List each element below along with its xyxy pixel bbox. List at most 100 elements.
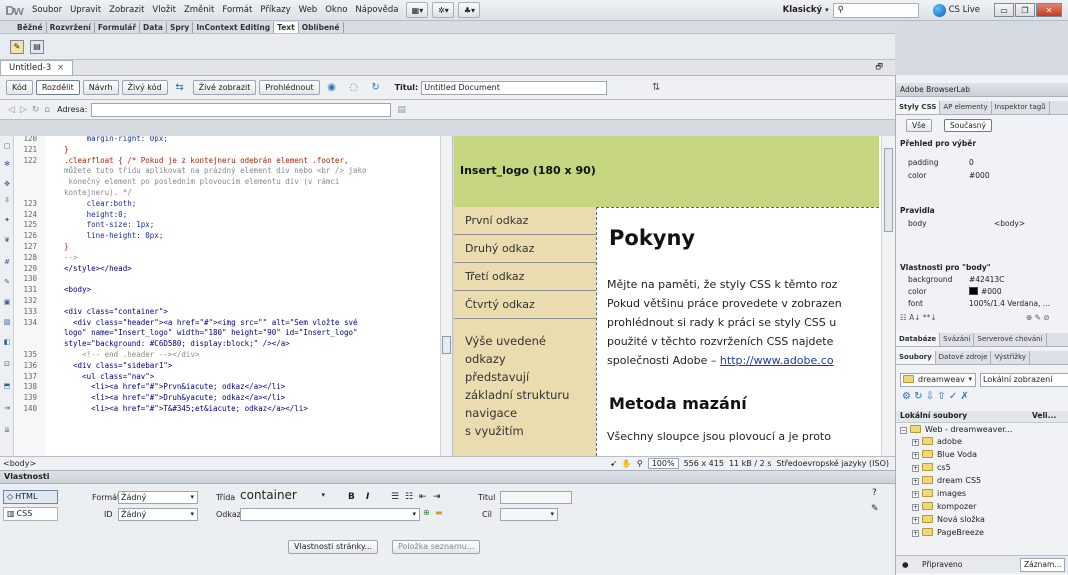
code-line[interactable]: style="background: #C6D580; display:bloc… — [64, 339, 442, 349]
extend-icon[interactable]: ✲▾ — [432, 2, 455, 18]
code-line[interactable]: <div class="header"><a href="#"><img src… — [64, 318, 442, 328]
tree-folder[interactable]: + Blue Voda — [896, 449, 1068, 461]
insert-tab-formular[interactable]: Formulář — [95, 21, 141, 33]
code-line[interactable]: </style></head> — [64, 264, 442, 274]
tab-css-styles[interactable]: Styly CSS — [896, 101, 941, 114]
open-documents-icon[interactable]: ▢ — [2, 142, 12, 151]
tab-tag-inspector[interactable]: Inspektor tagů — [992, 101, 1050, 114]
layout-icon[interactable]: ▦▾ — [406, 2, 429, 18]
title-field[interactable] — [500, 491, 572, 504]
view-options-icon[interactable]: ▤ — [397, 105, 406, 115]
menu-vlozit[interactable]: Vložit — [148, 5, 180, 15]
code-line[interactable]: kontejneru). */ — [64, 188, 442, 198]
close-button[interactable]: ✕ — [1036, 3, 1062, 17]
menu-soubor[interactable]: Soubor — [28, 5, 66, 15]
chevron-down-icon[interactable]: ▾ — [825, 6, 829, 14]
browse-folder-icon[interactable]: ▬ — [435, 508, 443, 517]
apply-comment-icon[interactable]: ▣ — [2, 298, 12, 307]
code-line[interactable]: <li><a href="#">Prvn&iacute; odkaz</a></… — [64, 382, 442, 392]
adobe-link[interactable]: http://www.adobe.co — [720, 354, 834, 367]
title-input[interactable]: Untitled Document — [421, 80, 608, 95]
connect-icon[interactable]: ⚙ ↻ ⇩ ⇧ ✓ ✗ — [902, 391, 969, 402]
bold-button[interactable]: B — [348, 492, 355, 502]
forward-icon[interactable]: ▷ — [20, 105, 27, 115]
insert-tab-incontext[interactable]: InContext Editing — [193, 21, 275, 33]
point-to-file-icon[interactable]: ⊕ — [423, 508, 430, 517]
zoom-select[interactable]: 100% — [647, 458, 679, 469]
expand-icon[interactable]: + — [912, 478, 919, 485]
code-line[interactable]: <ul class="nav"> — [64, 372, 442, 382]
insert-tab-bezne[interactable]: Běžné — [14, 21, 47, 33]
maximize-button[interactable]: ❐ — [1015, 3, 1035, 17]
insert-tab-text[interactable]: Text — [274, 21, 299, 33]
list-item-button[interactable]: Položka seznamu... — [392, 540, 481, 554]
tree-folder[interactable]: + dream CS5 — [896, 475, 1068, 487]
properties-header[interactable]: Vlastnosti — [0, 470, 895, 484]
back-icon[interactable]: ◁ — [8, 105, 15, 115]
browserlab-header[interactable]: Adobe BrowserLab — [896, 83, 1068, 97]
live-view-button[interactable]: Živé zobrazit — [192, 80, 257, 95]
css-mode-button[interactable]: ▥ CSS — [3, 507, 58, 521]
wrap-tag-icon[interactable]: ◧ — [2, 338, 12, 347]
html-mode-button[interactable]: ◇ HTML — [3, 490, 58, 504]
expand-icon[interactable]: + — [912, 439, 919, 446]
unordered-list-icon[interactable]: ☰ — [391, 492, 399, 502]
code-line[interactable]: clear:both; — [64, 199, 442, 209]
window-size[interactable]: 556 x 415 — [684, 459, 724, 468]
menu-zmenit[interactable]: Změnit — [180, 5, 218, 15]
target-select[interactable]: ▾ — [500, 508, 558, 521]
link-input[interactable]: ▾ — [240, 508, 420, 521]
expand-icon[interactable]: + — [912, 465, 919, 472]
tree-root[interactable]: − Web - dreamweaver... — [896, 424, 1068, 436]
code-view-button[interactable]: Kód — [6, 80, 33, 95]
insert-tab-rozvrzeni[interactable]: Rozvržení — [47, 21, 95, 33]
live-code-button[interactable]: Živý kód — [121, 80, 168, 95]
code-line[interactable]: <div class="container"> — [64, 307, 442, 317]
insert-tab-spry[interactable]: Spry — [167, 21, 194, 33]
code-line[interactable]: line-height: 0px; — [64, 231, 442, 241]
design-scrollbar[interactable] — [881, 136, 895, 456]
design-view-button[interactable]: Návrh — [82, 80, 119, 95]
search-input[interactable]: ⚲ — [832, 2, 919, 18]
tab-data-sources[interactable]: Datové zdroje — [936, 351, 992, 364]
nav-link-1[interactable]: První odkaz — [454, 207, 596, 235]
expand-icon[interactable]: + — [912, 452, 919, 459]
menu-web[interactable]: Web — [295, 5, 322, 15]
indent-icon[interactable]: ⇥ — [433, 492, 441, 502]
header-region[interactable]: Insert_logo (180 x 90) — [454, 136, 879, 207]
css-actions-icon[interactable]: ⊕ ✎ ⊘ — [1026, 313, 1050, 322]
css-current-button[interactable]: Současný — [944, 119, 992, 132]
tree-folder[interactable]: + images — [896, 488, 1068, 500]
code-line[interactable]: font-size: 1px; — [64, 220, 442, 230]
refresh-icon[interactable]: ↻ — [367, 80, 385, 96]
ordered-list-icon[interactable]: ☷ — [405, 492, 413, 502]
expand-icon[interactable]: + — [912, 530, 919, 537]
address-input[interactable] — [91, 102, 392, 117]
content-region[interactable]: Pokyny Mějte na paměti, že styly CSS k t… — [596, 207, 879, 456]
help-icon[interactable]: ? — [872, 488, 877, 498]
log-button[interactable]: Záznam... — [1020, 558, 1066, 572]
tab-server-behaviors[interactable]: Serverové chování — [974, 333, 1047, 346]
scroll-thumb[interactable] — [884, 148, 893, 232]
code-line[interactable]: .clearfloat { /* Pokud je z kontejneru o… — [64, 156, 442, 166]
italic-button[interactable]: I — [366, 492, 369, 502]
indent-icon[interactable]: ⇥ — [2, 404, 12, 413]
nav-link-4[interactable]: Čtvrtý odkaz — [454, 291, 596, 319]
balance-braces-icon[interactable]: ❦ — [2, 236, 12, 245]
select-parent-icon[interactable]: ✦ — [2, 216, 12, 225]
summary-row[interactable]: padding 0 — [896, 158, 1068, 170]
debug-icon[interactable]: ◌ — [345, 80, 363, 96]
zoom-tool-icon[interactable]: ⚲ — [637, 459, 643, 468]
tree-folder[interactable]: + Nová složka — [896, 514, 1068, 526]
expand-icon[interactable]: + — [912, 504, 919, 511]
col-local-files[interactable]: Lokální soubory — [900, 411, 967, 420]
workspace-switcher[interactable]: Klasický — [783, 5, 822, 15]
scroll-thumb[interactable] — [442, 336, 451, 354]
remove-comment-icon[interactable]: ▧ — [2, 318, 12, 327]
hand-tool-icon[interactable]: ✋ — [622, 459, 632, 468]
expand-icon[interactable]: + — [912, 491, 919, 498]
tag-selector[interactable]: <body> — [3, 459, 36, 468]
menu-format[interactable]: Formát — [218, 5, 256, 15]
code-line[interactable]: konečný element po posledním plovoucím e… — [64, 177, 442, 187]
menu-napoveda[interactable]: Nápověda — [351, 5, 402, 15]
